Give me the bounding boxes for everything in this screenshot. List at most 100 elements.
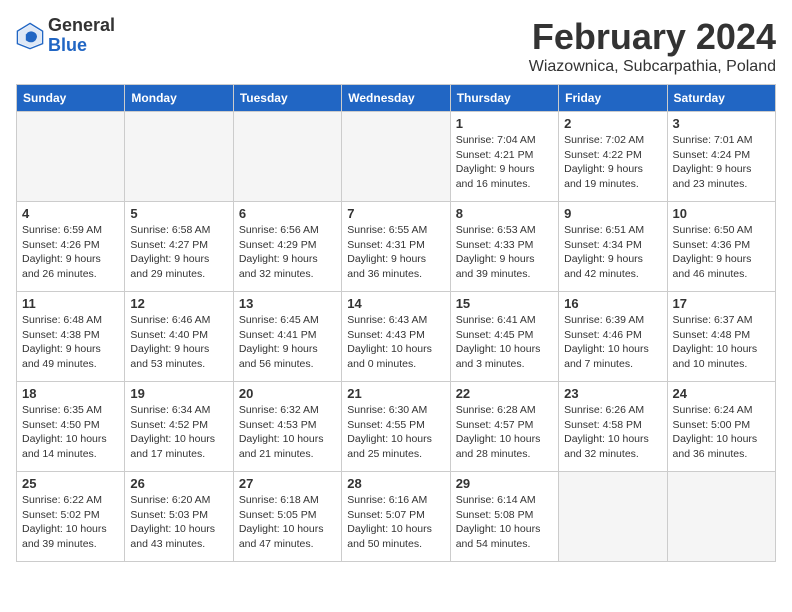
day-number: 23 — [564, 386, 661, 401]
calendar-cell: 21 Sunrise: 6:30 AMSunset: 4:55 PMDayligh… — [342, 382, 450, 472]
calendar-cell: 26 Sunrise: 6:20 AMSunset: 5:03 PMDayligh… — [125, 472, 233, 562]
day-number: 13 — [239, 296, 336, 311]
calendar-week-row: 1 Sunrise: 7:04 AMSunset: 4:21 PMDaylight… — [17, 112, 776, 202]
page-header: General Blue February 2024 Wiazownica, S… — [16, 16, 776, 76]
day-info: Sunrise: 6:18 AMSunset: 5:05 PMDaylight:… — [239, 493, 336, 552]
day-info: Sunrise: 6:35 AMSunset: 4:50 PMDaylight:… — [22, 403, 119, 462]
calendar-cell: 6 Sunrise: 6:56 AMSunset: 4:29 PMDaylight… — [233, 202, 341, 292]
day-number: 27 — [239, 476, 336, 491]
day-number: 1 — [456, 116, 553, 131]
logo: General Blue — [16, 16, 115, 56]
day-info: Sunrise: 6:58 AMSunset: 4:27 PMDaylight:… — [130, 223, 227, 282]
day-number: 22 — [456, 386, 553, 401]
calendar-cell: 29 Sunrise: 6:14 AMSunset: 5:08 PMDayligh… — [450, 472, 558, 562]
day-number: 9 — [564, 206, 661, 221]
calendar-week-row: 25 Sunrise: 6:22 AMSunset: 5:02 PMDayligh… — [17, 472, 776, 562]
day-info: Sunrise: 6:39 AMSunset: 4:46 PMDaylight:… — [564, 313, 661, 372]
day-info: Sunrise: 6:46 AMSunset: 4:40 PMDaylight:… — [130, 313, 227, 372]
calendar-header-saturday: Saturday — [667, 85, 775, 112]
day-number: 21 — [347, 386, 444, 401]
calendar-cell: 2Sunrise: 7:02 AMSunset: 4:22 PMDaylight… — [559, 112, 667, 202]
day-info: Sunrise: 6:32 AMSunset: 4:53 PMDaylight:… — [239, 403, 336, 462]
day-info: Sunrise: 7:04 AMSunset: 4:21 PMDaylight:… — [456, 133, 553, 192]
day-info: Sunrise: 6:28 AMSunset: 4:57 PMDaylight:… — [456, 403, 553, 462]
calendar-header-sunday: Sunday — [17, 85, 125, 112]
day-number: 5 — [130, 206, 227, 221]
day-info: Sunrise: 6:26 AMSunset: 4:58 PMDaylight:… — [564, 403, 661, 462]
calendar-cell: 14 Sunrise: 6:43 AMSunset: 4:43 PMDayligh… — [342, 292, 450, 382]
calendar-cell: 27 Sunrise: 6:18 AMSunset: 5:05 PMDayligh… — [233, 472, 341, 562]
calendar-week-row: 4 Sunrise: 6:59 AMSunset: 4:26 PMDaylight… — [17, 202, 776, 292]
location-subtitle: Wiazownica, Subcarpathia, Poland — [529, 58, 776, 76]
calendar-cell — [17, 112, 125, 202]
day-number: 18 — [22, 386, 119, 401]
day-number: 19 — [130, 386, 227, 401]
logo-blue: Blue — [48, 35, 87, 55]
calendar-cell: 17 Sunrise: 6:37 AMSunset: 4:48 PMDayligh… — [667, 292, 775, 382]
calendar-header-row: SundayMondayTuesdayWednesdayThursdayFrid… — [17, 85, 776, 112]
day-number: 8 — [456, 206, 553, 221]
day-info: Sunrise: 6:45 AMSunset: 4:41 PMDaylight:… — [239, 313, 336, 372]
calendar-cell: 20 Sunrise: 6:32 AMSunset: 4:53 PMDayligh… — [233, 382, 341, 472]
day-number: 26 — [130, 476, 227, 491]
logo-text: General Blue — [48, 16, 115, 56]
day-info: Sunrise: 6:55 AMSunset: 4:31 PMDaylight:… — [347, 223, 444, 282]
calendar-cell: 23 Sunrise: 6:26 AMSunset: 4:58 PMDayligh… — [559, 382, 667, 472]
calendar-cell: 25 Sunrise: 6:22 AMSunset: 5:02 PMDayligh… — [17, 472, 125, 562]
day-info: Sunrise: 6:24 AMSunset: 5:00 PMDaylight:… — [673, 403, 770, 462]
calendar-table: SundayMondayTuesdayWednesdayThursdayFrid… — [16, 84, 776, 562]
calendar-cell: 5 Sunrise: 6:58 AMSunset: 4:27 PMDaylight… — [125, 202, 233, 292]
calendar-cell — [233, 112, 341, 202]
calendar-cell — [125, 112, 233, 202]
calendar-cell: 13 Sunrise: 6:45 AMSunset: 4:41 PMDayligh… — [233, 292, 341, 382]
calendar-cell: 9 Sunrise: 6:51 AMSunset: 4:34 PMDaylight… — [559, 202, 667, 292]
calendar-cell: 11Sunrise: 6:48 AMSunset: 4:38 PMDayligh… — [17, 292, 125, 382]
day-info: Sunrise: 6:56 AMSunset: 4:29 PMDaylight:… — [239, 223, 336, 282]
calendar-cell: 19Sunrise: 6:34 AMSunset: 4:52 PMDayligh… — [125, 382, 233, 472]
day-number: 28 — [347, 476, 444, 491]
calendar-week-row: 11Sunrise: 6:48 AMSunset: 4:38 PMDayligh… — [17, 292, 776, 382]
day-number: 7 — [347, 206, 444, 221]
day-number: 3 — [673, 116, 770, 131]
calendar-header-thursday: Thursday — [450, 85, 558, 112]
day-info: Sunrise: 6:14 AMSunset: 5:08 PMDaylight:… — [456, 493, 553, 552]
day-info: Sunrise: 6:20 AMSunset: 5:03 PMDaylight:… — [130, 493, 227, 552]
day-number: 4 — [22, 206, 119, 221]
calendar-cell — [342, 112, 450, 202]
day-info: Sunrise: 6:53 AMSunset: 4:33 PMDaylight:… — [456, 223, 553, 282]
calendar-cell: 10 Sunrise: 6:50 AMSunset: 4:36 PMDayligh… — [667, 202, 775, 292]
calendar-cell: 15 Sunrise: 6:41 AMSunset: 4:45 PMDayligh… — [450, 292, 558, 382]
day-info: Sunrise: 6:43 AMSunset: 4:43 PMDaylight:… — [347, 313, 444, 372]
calendar-cell: 18 Sunrise: 6:35 AMSunset: 4:50 PMDayligh… — [17, 382, 125, 472]
calendar-cell: 28 Sunrise: 6:16 AMSunset: 5:07 PMDayligh… — [342, 472, 450, 562]
day-number: 12 — [130, 296, 227, 311]
day-number: 15 — [456, 296, 553, 311]
calendar-cell: 1 Sunrise: 7:04 AMSunset: 4:21 PMDaylight… — [450, 112, 558, 202]
calendar-cell: 8 Sunrise: 6:53 AMSunset: 4:33 PMDaylight… — [450, 202, 558, 292]
day-info: Sunrise: 6:16 AMSunset: 5:07 PMDaylight:… — [347, 493, 444, 552]
day-number: 10 — [673, 206, 770, 221]
day-info: Sunrise: 6:37 AMSunset: 4:48 PMDaylight:… — [673, 313, 770, 372]
day-info: Sunrise: 6:51 AMSunset: 4:34 PMDaylight:… — [564, 223, 661, 282]
logo-general: General — [48, 15, 115, 35]
day-number: 29 — [456, 476, 553, 491]
calendar-cell: 22 Sunrise: 6:28 AMSunset: 4:57 PMDayligh… — [450, 382, 558, 472]
calendar-header-wednesday: Wednesday — [342, 85, 450, 112]
day-info: Sunrise: 6:30 AMSunset: 4:55 PMDaylight:… — [347, 403, 444, 462]
day-number: 2 — [564, 116, 661, 131]
day-number: 14 — [347, 296, 444, 311]
month-title: February 2024 — [529, 16, 776, 58]
day-info: Sunrise: 6:50 AMSunset: 4:36 PMDaylight:… — [673, 223, 770, 282]
day-number: 25 — [22, 476, 119, 491]
day-number: 20 — [239, 386, 336, 401]
day-info: Sunrise: 6:41 AMSunset: 4:45 PMDaylight:… — [456, 313, 553, 372]
calendar-cell: 3Sunrise: 7:01 AMSunset: 4:24 PMDaylight… — [667, 112, 775, 202]
calendar-header-friday: Friday — [559, 85, 667, 112]
day-number: 17 — [673, 296, 770, 311]
day-number: 11 — [22, 296, 119, 311]
day-info: Sunrise: 6:22 AMSunset: 5:02 PMDaylight:… — [22, 493, 119, 552]
calendar-cell: 4 Sunrise: 6:59 AMSunset: 4:26 PMDaylight… — [17, 202, 125, 292]
title-section: February 2024 Wiazownica, Subcarpathia, … — [529, 16, 776, 76]
day-info: Sunrise: 6:59 AMSunset: 4:26 PMDaylight:… — [22, 223, 119, 282]
day-number: 6 — [239, 206, 336, 221]
